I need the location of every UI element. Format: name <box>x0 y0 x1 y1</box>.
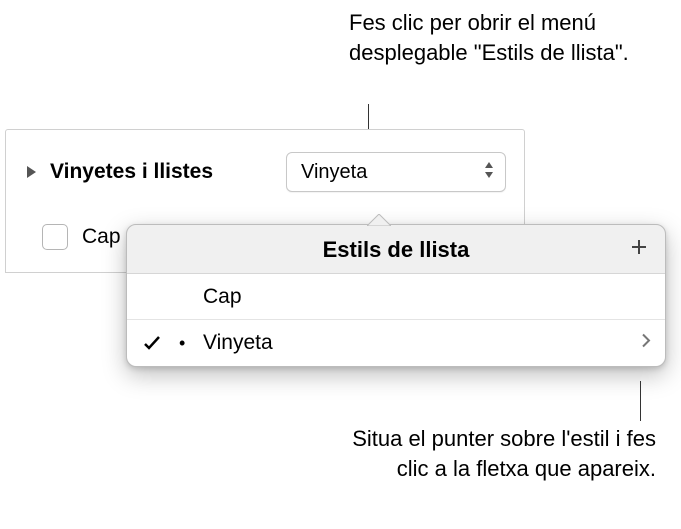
list-style-popup-button[interactable]: Vinyeta <box>286 152 506 192</box>
section-label: Vinyetes i llistes <box>50 160 274 184</box>
list-styles-popover: Estils de llista Cap • Vinyeta <box>126 224 666 367</box>
bullet-preview-icon: • <box>177 333 203 354</box>
chevron-up-down-icon <box>483 160 495 185</box>
callout-leader-bottom <box>640 381 641 421</box>
popup-button-value: Vinyeta <box>301 161 367 184</box>
popover-list: Cap • Vinyeta <box>127 274 665 366</box>
chevron-right-icon[interactable] <box>641 333 651 354</box>
popover-header: Estils de llista <box>127 225 665 274</box>
checkmark-icon <box>127 335 177 351</box>
callout-top: Fes clic per obrir el menú desplegable "… <box>349 8 649 67</box>
add-style-button[interactable] <box>627 235 651 259</box>
disclosure-triangle-icon[interactable] <box>24 165 38 179</box>
cap-label: Cap <box>82 225 121 249</box>
checkbox[interactable] <box>42 224 68 250</box>
panel-header: Vinyetes i llistes Vinyeta <box>6 130 524 210</box>
list-item-label: Cap <box>127 285 665 309</box>
popover-title: Estils de llista <box>323 237 470 262</box>
callout-bottom: Situa el punter sobre l'estil i fes clic… <box>336 424 656 483</box>
list-item[interactable]: • Vinyeta <box>127 320 665 366</box>
list-item-label: Vinyeta <box>203 331 665 355</box>
list-item[interactable]: Cap <box>127 274 665 320</box>
